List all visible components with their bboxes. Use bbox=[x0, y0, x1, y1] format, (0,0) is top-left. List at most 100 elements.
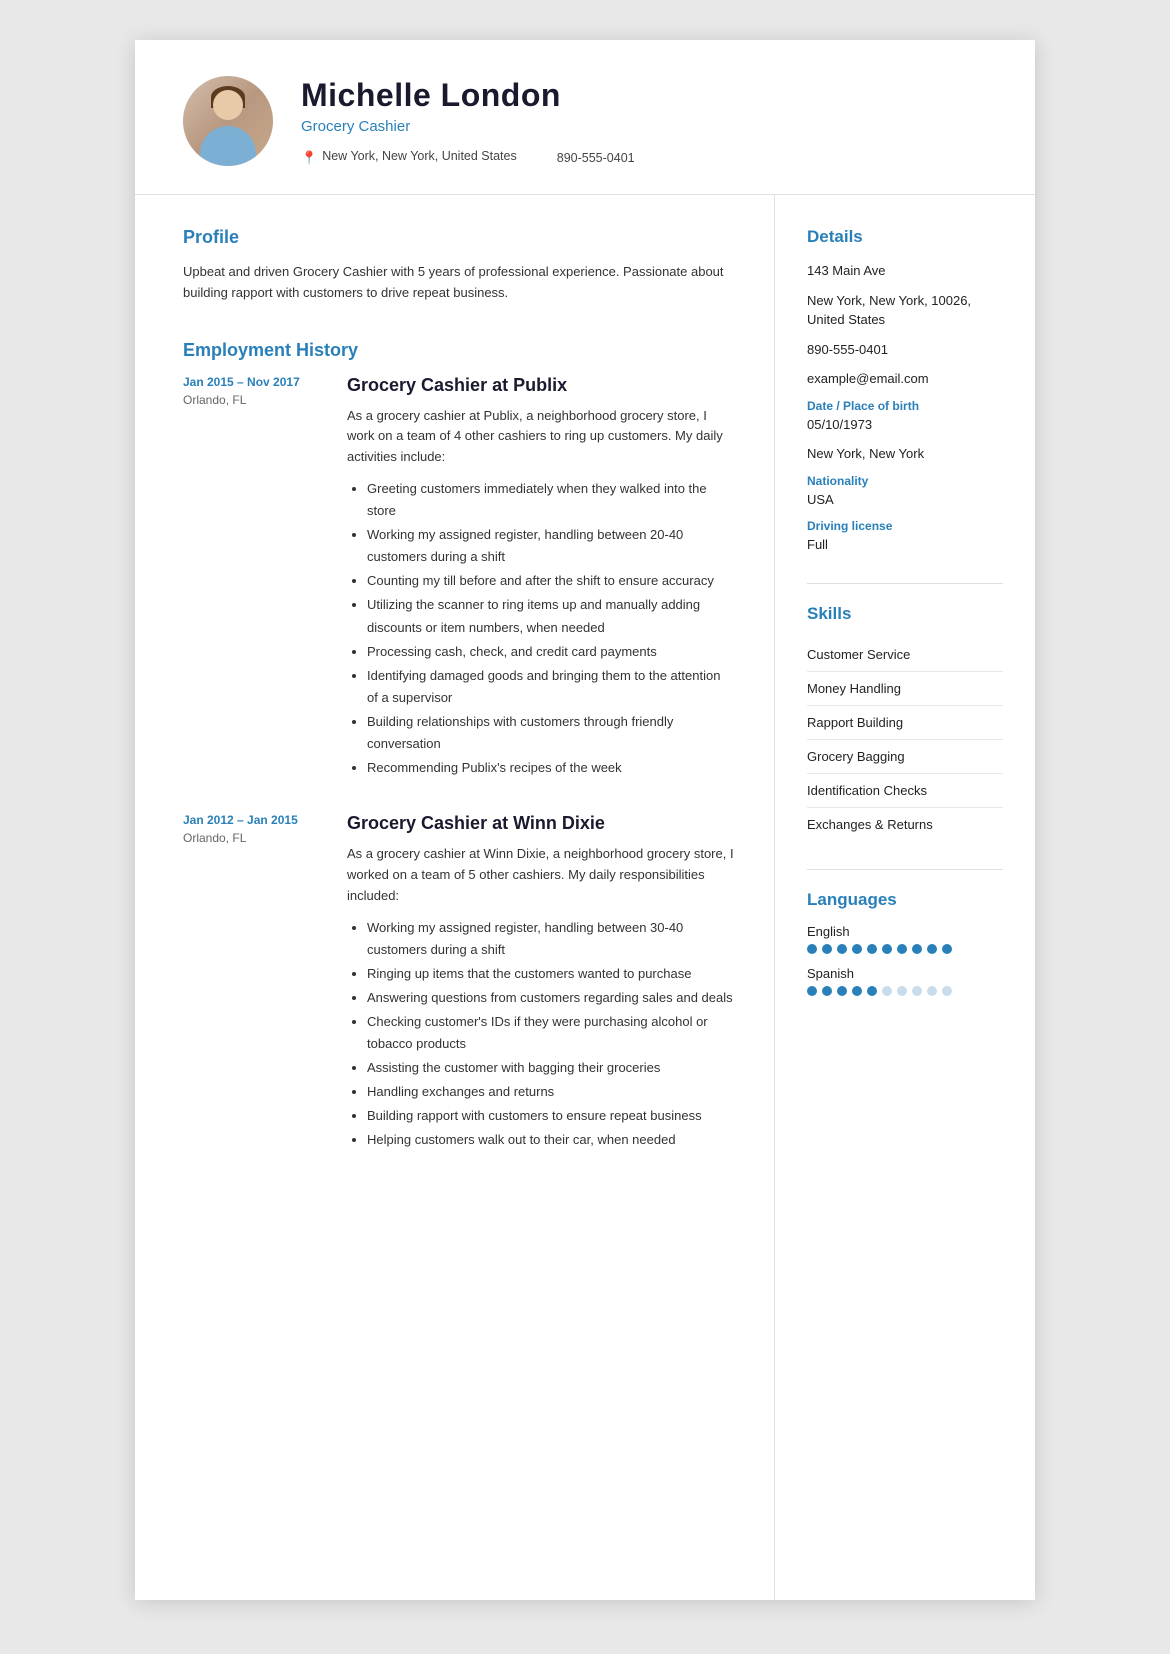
details-pob: New York, New York bbox=[807, 444, 1003, 464]
skill-item-5: Identification Checks bbox=[807, 774, 1003, 808]
skill-item-1: Customer Service bbox=[807, 638, 1003, 672]
bullet-item: Identifying damaged goods and bringing t… bbox=[367, 665, 734, 709]
divider bbox=[807, 583, 1003, 584]
job-desc-2: As a grocery cashier at Winn Dixie, a ne… bbox=[347, 844, 734, 906]
details-phone: 890-555-0401 bbox=[807, 340, 1003, 360]
languages-section: Languages English bbox=[807, 890, 1003, 996]
profile-title: Profile bbox=[183, 227, 734, 248]
dot bbox=[942, 944, 952, 954]
bullet-item: Building relationships with customers th… bbox=[367, 711, 734, 755]
bullet-item: Assisting the customer with bagging thei… bbox=[367, 1057, 734, 1079]
bullet-item: Checking customer's IDs if they were pur… bbox=[367, 1011, 734, 1055]
languages-title: Languages bbox=[807, 890, 1003, 910]
phone-field: 890-555-0401 bbox=[557, 151, 635, 165]
bullet-item: Building rapport with customers to ensur… bbox=[367, 1105, 734, 1127]
right-column: Details 143 Main Ave New York, New York,… bbox=[775, 195, 1035, 1600]
skill-item-3: Rapport Building bbox=[807, 706, 1003, 740]
bullet-item: Handling exchanges and returns bbox=[367, 1081, 734, 1103]
avatar bbox=[183, 76, 273, 166]
job-dates-2: Jan 2012 – Jan 2015 bbox=[183, 813, 323, 827]
details-license-label: Driving license bbox=[807, 519, 1003, 533]
job-location-1: Orlando, FL bbox=[183, 393, 323, 407]
job-dates-1: Jan 2015 – Nov 2017 bbox=[183, 375, 323, 389]
dot bbox=[942, 986, 952, 996]
dot bbox=[852, 986, 862, 996]
location-field: 📍 New York, New York, United States bbox=[301, 149, 517, 166]
dot bbox=[837, 944, 847, 954]
job-dates-col-2: Jan 2012 – Jan 2015 Orlando, FL bbox=[183, 813, 323, 1153]
skills-section: Skills Customer Service Money Handling R… bbox=[807, 604, 1003, 841]
details-dob-label: Date / Place of birth bbox=[807, 399, 1003, 413]
job-dates-col-1: Jan 2015 – Nov 2017 Orlando, FL bbox=[183, 375, 323, 782]
employment-section: Employment History Jan 2015 – Nov 2017 O… bbox=[183, 340, 734, 1154]
candidate-title: Grocery Cashier bbox=[301, 118, 987, 135]
details-city: New York, New York, 10026, United States bbox=[807, 291, 1003, 330]
dot bbox=[867, 986, 877, 996]
bullet-item: Working my assigned register, handling b… bbox=[367, 917, 734, 961]
skills-title: Skills bbox=[807, 604, 1003, 624]
dot bbox=[927, 944, 937, 954]
dot bbox=[912, 986, 922, 996]
employment-title: Employment History bbox=[183, 340, 734, 361]
bullet-item: Recommending Publix's recipes of the wee… bbox=[367, 757, 734, 779]
language-name-spanish: Spanish bbox=[807, 966, 1003, 981]
job-bullets-2: Working my assigned register, handling b… bbox=[347, 917, 734, 1152]
bullet-item: Utilizing the scanner to ring items up a… bbox=[367, 594, 734, 638]
details-section: Details 143 Main Ave New York, New York,… bbox=[807, 227, 1003, 555]
location-icon: 📍 bbox=[301, 150, 317, 166]
job-location-2: Orlando, FL bbox=[183, 831, 323, 845]
dot bbox=[807, 944, 817, 954]
candidate-name: Michelle London bbox=[301, 77, 987, 114]
profile-text: Upbeat and driven Grocery Cashier with 5… bbox=[183, 262, 734, 304]
details-dob: 05/10/1973 bbox=[807, 415, 1003, 435]
language-name-english: English bbox=[807, 924, 1003, 939]
details-nationality: USA bbox=[807, 490, 1003, 510]
header-contact: 📍 New York, New York, United States 890-… bbox=[301, 149, 987, 166]
job-entry-1: Jan 2015 – Nov 2017 Orlando, FL Grocery … bbox=[183, 375, 734, 782]
details-license: Full bbox=[807, 535, 1003, 555]
language-spanish: Spanish bbox=[807, 966, 1003, 996]
language-dots-spanish bbox=[807, 986, 1003, 996]
job-bullets-1: Greeting customers immediately when they… bbox=[347, 478, 734, 779]
language-dots-english bbox=[807, 944, 1003, 954]
dot bbox=[852, 944, 862, 954]
dot bbox=[927, 986, 937, 996]
bullet-item: Counting my till before and after the sh… bbox=[367, 570, 734, 592]
bullet-item: Helping customers walk out to their car,… bbox=[367, 1129, 734, 1151]
dot bbox=[822, 986, 832, 996]
bullet-item: Working my assigned register, handling b… bbox=[367, 524, 734, 568]
language-english: English bbox=[807, 924, 1003, 954]
profile-section: Profile Upbeat and driven Grocery Cashie… bbox=[183, 227, 734, 304]
job-title-1: Grocery Cashier at Publix bbox=[347, 375, 734, 396]
main-content: Profile Upbeat and driven Grocery Cashie… bbox=[135, 195, 1035, 1600]
dot bbox=[837, 986, 847, 996]
details-nationality-label: Nationality bbox=[807, 474, 1003, 488]
details-title: Details bbox=[807, 227, 1003, 247]
skill-item-2: Money Handling bbox=[807, 672, 1003, 706]
bullet-item: Answering questions from customers regar… bbox=[367, 987, 734, 1009]
dot bbox=[822, 944, 832, 954]
resume-document: Michelle London Grocery Cashier 📍 New Yo… bbox=[135, 40, 1035, 1600]
dot bbox=[882, 986, 892, 996]
dot bbox=[882, 944, 892, 954]
dot bbox=[897, 986, 907, 996]
details-email: example@email.com bbox=[807, 369, 1003, 389]
dot bbox=[807, 986, 817, 996]
skill-item-6: Exchanges & Returns bbox=[807, 808, 1003, 841]
bullet-item: Greeting customers immediately when they… bbox=[367, 478, 734, 522]
job-title-2: Grocery Cashier at Winn Dixie bbox=[347, 813, 734, 834]
left-column: Profile Upbeat and driven Grocery Cashie… bbox=[135, 195, 775, 1600]
job-entry-2: Jan 2012 – Jan 2015 Orlando, FL Grocery … bbox=[183, 813, 734, 1153]
resume-header: Michelle London Grocery Cashier 📍 New Yo… bbox=[135, 40, 1035, 195]
job-desc-1: As a grocery cashier at Publix, a neighb… bbox=[347, 406, 734, 468]
location-text: New York, New York, United States bbox=[322, 149, 517, 163]
dot bbox=[912, 944, 922, 954]
bullet-item: Processing cash, check, and credit card … bbox=[367, 641, 734, 663]
details-address: 143 Main Ave bbox=[807, 261, 1003, 281]
skill-item-4: Grocery Bagging bbox=[807, 740, 1003, 774]
divider-2 bbox=[807, 869, 1003, 870]
dot bbox=[867, 944, 877, 954]
bullet-item: Ringing up items that the customers want… bbox=[367, 963, 734, 985]
header-info: Michelle London Grocery Cashier 📍 New Yo… bbox=[301, 77, 987, 166]
job-content-1: Grocery Cashier at Publix As a grocery c… bbox=[347, 375, 734, 782]
